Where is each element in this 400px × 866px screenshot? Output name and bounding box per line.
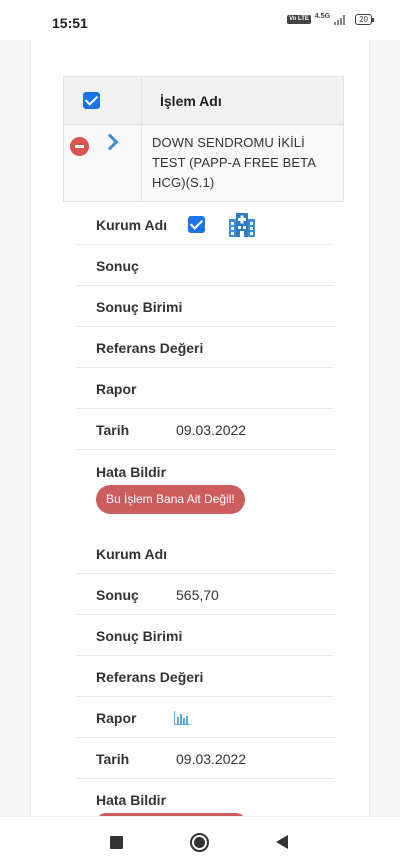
- sonuc-label: Sonuç: [96, 587, 139, 603]
- tarih-value: 09.03.2022: [176, 422, 247, 438]
- kurum-checkbox[interactable]: [188, 216, 205, 233]
- detail-row-sonuc-birimi: Sonuç Birimi: [76, 615, 334, 656]
- rapor-label: Rapor: [96, 710, 137, 726]
- system-nav-bar: [0, 816, 400, 866]
- detail-row-referans: Referans Değeri: [76, 327, 334, 368]
- kurum-label: Kurum Adı: [96, 546, 168, 562]
- tarih-label: Tarih: [96, 751, 130, 767]
- detail-row-sonuc: Sonuç: [76, 245, 334, 286]
- detail-row-hata: Hata Bildir: [76, 779, 334, 823]
- bar-chart-icon[interactable]: [174, 711, 190, 725]
- detail-row-referans: Referans Değeri: [76, 656, 334, 697]
- battery-icon: 20: [355, 14, 374, 25]
- hata-label: Hata Bildir: [96, 464, 167, 480]
- signal-icon: [334, 14, 346, 25]
- sonuc-birimi-label: Sonuç Birimi: [96, 628, 183, 644]
- referans-label: Referans Değeri: [96, 340, 204, 356]
- rapor-label: Rapor: [96, 381, 137, 397]
- detail-row-sonuc-birimi: Sonuç Birimi: [76, 286, 334, 327]
- back-button[interactable]: [276, 835, 288, 849]
- tarih-label: Tarih: [96, 422, 130, 438]
- status-indicators: Vo LTE 4.5G 20: [287, 13, 374, 25]
- referans-label: Referans Değeri: [96, 669, 204, 685]
- sonuc-label: Sonuç: [96, 258, 139, 274]
- hospital-icon[interactable]: [228, 210, 256, 238]
- recents-button[interactable]: [110, 836, 123, 849]
- detail-row-kurum: Kurum Adı: [76, 204, 334, 245]
- detail-row-kurum: Kurum Adı: [76, 533, 334, 574]
- status-bar: 15:51 Vo LTE 4.5G 20: [0, 0, 400, 40]
- kurum-label: Kurum Adı: [96, 217, 168, 233]
- procedure-details: Kurum Adı Sonuç Sonuç Birimi Referans De…: [76, 204, 334, 823]
- row-actions: [64, 125, 142, 201]
- detail-row-rapor: Rapor: [76, 697, 334, 738]
- tarih-value: 09.03.2022: [176, 751, 247, 767]
- detail-row-tarih: Tarih 09.03.2022: [76, 409, 334, 450]
- detail-row-sonuc: Sonuç 565,70: [76, 574, 334, 615]
- sonuc-value: 565,70: [176, 587, 219, 603]
- volte-badge: Vo LTE: [287, 15, 311, 24]
- sonuc-birimi-label: Sonuç Birimi: [96, 299, 183, 315]
- header-check-cell: [64, 77, 142, 124]
- column-header-islem-adi: İşlem Adı: [160, 92, 222, 109]
- hata-label: Hata Bildir: [96, 792, 167, 808]
- battery-level: 20: [359, 15, 368, 24]
- detail-row-hata: Hata Bildir Bu İşlem Bana Ait Değil!: [76, 450, 334, 533]
- chevron-right-icon[interactable]: [101, 133, 119, 151]
- network-type: 4.5G: [314, 13, 331, 20]
- procedure-name: DOWN SENDROMU İKİLİ TEST (PAPP-A FREE BE…: [152, 135, 316, 190]
- minus-circle-icon[interactable]: [70, 137, 89, 156]
- home-button[interactable]: [190, 833, 209, 852]
- procedure-table: İşlem Adı DOWN SENDROMU İKİLİ TEST (PAPP…: [63, 76, 344, 202]
- detail-row-tarih: Tarih 09.03.2022: [76, 738, 334, 779]
- status-time: 15:51: [52, 15, 88, 31]
- table-row: DOWN SENDROMU İKİLİ TEST (PAPP-A FREE BE…: [64, 125, 343, 201]
- detail-row-rapor: Rapor: [76, 368, 334, 409]
- report-error-button[interactable]: Bu İşlem Bana Ait Değil!: [96, 485, 245, 514]
- select-all-checkbox[interactable]: [83, 92, 100, 109]
- table-header: İşlem Adı: [64, 77, 343, 125]
